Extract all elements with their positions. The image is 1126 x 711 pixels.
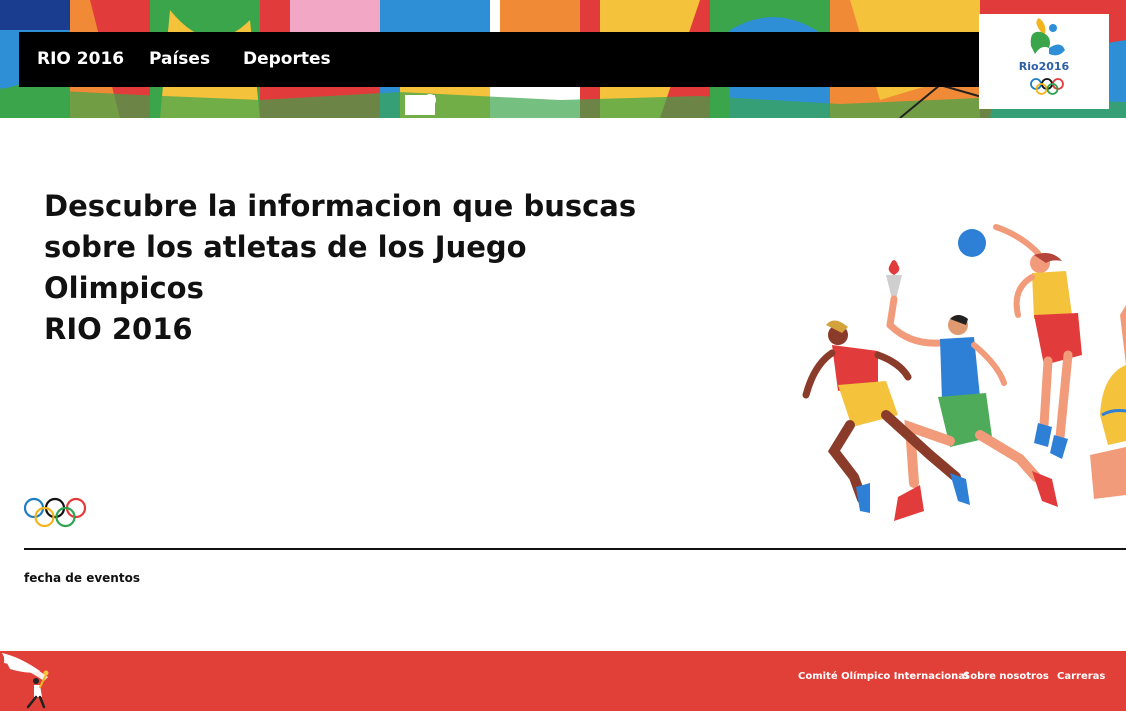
logo-text: Rio2016 xyxy=(1019,60,1070,73)
hero-title-line: Descubre la informacion que buscas xyxy=(44,189,637,223)
header: RIO 2016 Países Deportes Rio2016 xyxy=(0,0,1126,118)
olympic-rings-icon xyxy=(23,497,87,528)
main-navbar: RIO 2016 Países Deportes xyxy=(19,32,1003,87)
hero-title-line: sobre los atletas de los Juego Olimpicos xyxy=(44,230,527,305)
footer-link-about[interactable]: Sobre nosotros xyxy=(963,671,1049,682)
rio2016-emblem-icon: Rio2016 xyxy=(1019,18,1070,95)
page: RIO 2016 Países Deportes Rio2016 Descubr… xyxy=(0,0,1126,711)
section-divider xyxy=(24,548,1126,550)
hero-title-line: RIO 2016 xyxy=(44,312,193,346)
nav-item-paises[interactable]: Países xyxy=(149,49,210,69)
events-date-label: fecha de eventos xyxy=(24,571,140,585)
nav-brand-link[interactable]: RIO 2016 xyxy=(37,49,124,69)
athletes-illustration xyxy=(802,224,1126,521)
torch-runner-icon xyxy=(2,653,49,709)
footer-link-coi[interactable]: Comité Olímpico Internacional xyxy=(798,671,968,682)
footer-link-careers[interactable]: Carreras xyxy=(1057,671,1105,682)
rio2016-logo[interactable]: Rio2016 xyxy=(979,14,1109,109)
hero-title: Descubre la informacion que buscas sobre… xyxy=(44,186,684,350)
nav-item-deportes[interactable]: Deportes xyxy=(243,49,331,69)
footer: Comité Olímpico Internacional Sobre noso… xyxy=(0,651,1126,711)
